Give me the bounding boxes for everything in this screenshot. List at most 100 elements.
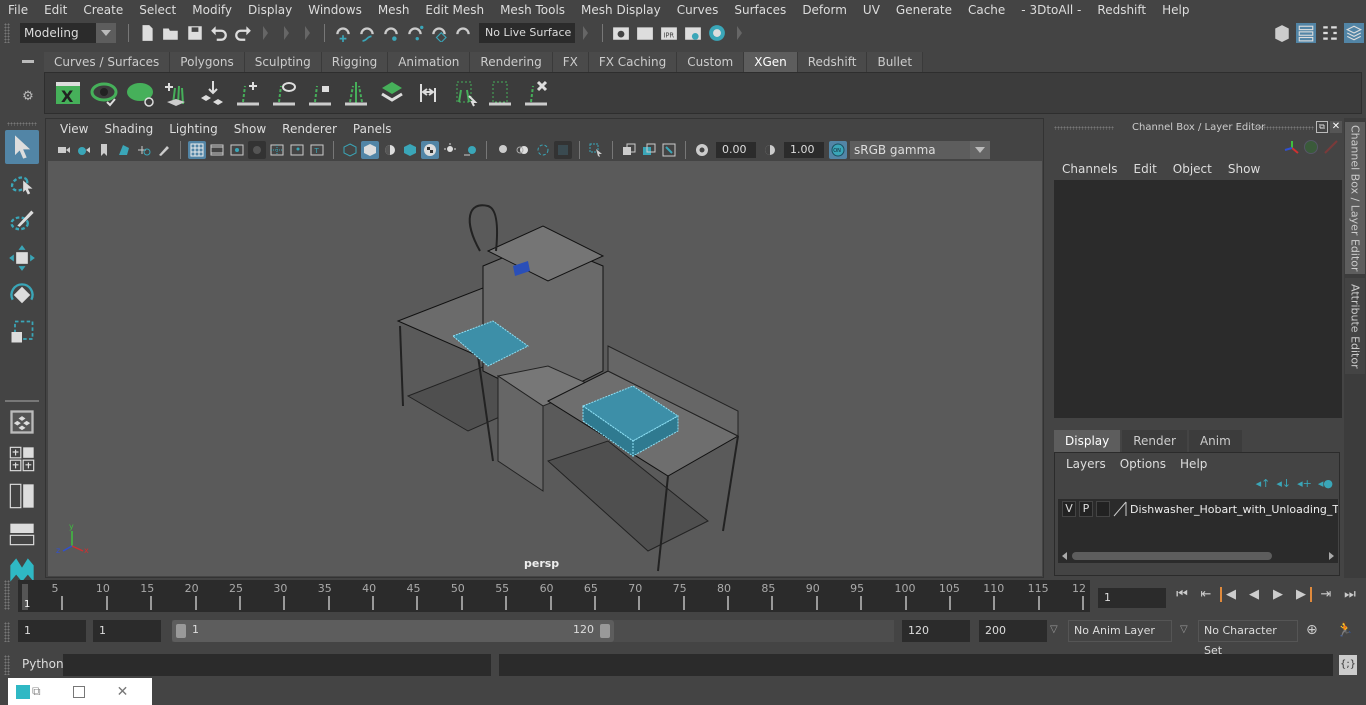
xray-active-components-icon[interactable]: [640, 141, 658, 159]
layer-menu-options[interactable]: Options: [1113, 457, 1173, 471]
menu-file[interactable]: File: [0, 0, 36, 20]
shelf-tab-rendering[interactable]: Rendering: [470, 52, 553, 72]
channel-box-menu-channels[interactable]: Channels: [1054, 162, 1126, 176]
menu-mesh-display[interactable]: Mesh Display: [573, 0, 669, 20]
menu-select[interactable]: Select: [131, 0, 184, 20]
snap-curve-icon[interactable]: [357, 23, 377, 43]
image-plane-icon[interactable]: [115, 141, 133, 159]
layer-tab-display[interactable]: Display: [1054, 430, 1121, 452]
paint-select-icon[interactable]: [5, 204, 39, 238]
current-frame-field[interactable]: 1: [1098, 588, 1166, 608]
dishwasher-model[interactable]: y x z: [48, 161, 1042, 576]
live-surface-field[interactable]: No Live Surface: [479, 23, 575, 43]
menu-cache[interactable]: Cache: [960, 0, 1013, 20]
film-gate-icon[interactable]: [208, 141, 226, 159]
save-scene-icon[interactable]: [185, 23, 205, 43]
grid-icon[interactable]: [188, 141, 206, 159]
field-chart-icon[interactable]: [268, 141, 286, 159]
viewport-menu-shading[interactable]: Shading: [96, 122, 161, 136]
grip-handle[interactable]: [4, 23, 10, 43]
show-guide-icon[interactable]: [267, 76, 301, 110]
collapse-arrow-icon[interactable]: [583, 26, 588, 40]
step-forward-frame-icon[interactable]: ⇥: [1316, 587, 1336, 602]
grip-handle[interactable]: [1054, 126, 1114, 130]
safe-title-icon[interactable]: T: [308, 141, 326, 159]
horizontal-scrollbar[interactable]: [1062, 551, 1334, 561]
auto-key-icon[interactable]: ⊕: [1306, 622, 1318, 638]
new-scene-icon[interactable]: [137, 23, 157, 43]
snap-grid-icon[interactable]: [333, 23, 353, 43]
collapse-arrow-icon[interactable]: [305, 26, 310, 40]
range-slider-track[interactable]: 1 120: [172, 620, 894, 642]
layer-tab-render[interactable]: Render: [1122, 430, 1187, 452]
grip-handle[interactable]: [4, 655, 10, 675]
viewport-menu-show[interactable]: Show: [226, 122, 274, 136]
collapse-arrow-icon[interactable]: [263, 26, 268, 40]
close-icon[interactable]: ✕: [117, 684, 129, 700]
range-slider-fill[interactable]: 1 120: [172, 620, 614, 642]
menu-mesh-tools[interactable]: Mesh Tools: [492, 0, 573, 20]
gear-icon[interactable]: ⚙: [17, 89, 39, 104]
gamma-field[interactable]: 1.00: [784, 142, 824, 158]
shelf-tab-rigging[interactable]: Rigging: [321, 52, 389, 72]
create-description-icon[interactable]: [159, 76, 193, 110]
manipulator-axis-icon[interactable]: [1284, 140, 1300, 156]
move-layer-down-icon[interactable]: ◂↓: [1276, 477, 1291, 490]
anim-layer-dropdown[interactable]: No Anim Layer: [1068, 620, 1172, 642]
modeling-toolkit-icon[interactable]: [1272, 23, 1292, 43]
channel-list[interactable]: [1054, 180, 1342, 418]
viewport-menu-panels[interactable]: Panels: [345, 122, 400, 136]
menu-mesh[interactable]: Mesh: [370, 0, 418, 20]
range-start-handle[interactable]: [176, 624, 186, 638]
menu-edit-mesh[interactable]: Edit Mesh: [417, 0, 492, 20]
mode-selector[interactable]: Modeling: [20, 23, 116, 43]
channel-box-menu-show[interactable]: Show: [1220, 162, 1268, 176]
shelf-tab-polygons[interactable]: Polygons: [170, 52, 245, 72]
menu-generate[interactable]: Generate: [888, 0, 960, 20]
select-guides-icon[interactable]: [447, 76, 481, 110]
preview-description-icon[interactable]: [87, 76, 121, 110]
shelf-tab-fx[interactable]: FX: [552, 52, 589, 72]
screen-space-ao-icon[interactable]: [494, 141, 512, 159]
move-layer-up-icon[interactable]: ◂↑: [1256, 477, 1271, 490]
wireframe-on-shaded-icon[interactable]: [401, 141, 419, 159]
animation-start-field[interactable]: 1: [18, 620, 86, 642]
shadows-icon[interactable]: [461, 141, 479, 159]
camera-attributes-icon[interactable]: [75, 141, 93, 159]
shelf-tab-xgen[interactable]: XGen: [744, 52, 798, 72]
create-guides-box-icon[interactable]: [483, 76, 517, 110]
ipr-render-icon[interactable]: IPR: [659, 23, 679, 43]
depth-of-field-icon[interactable]: [554, 141, 572, 159]
hypershade-icon[interactable]: [707, 23, 727, 43]
gamma-icon[interactable]: [761, 141, 779, 159]
grip-handle[interactable]: [1254, 126, 1314, 130]
play-backward-icon[interactable]: ◀: [1244, 587, 1264, 602]
scroll-right-icon[interactable]: [1329, 552, 1334, 560]
lock-guide-icon[interactable]: [303, 76, 337, 110]
layer-menu-layers[interactable]: Layers: [1059, 457, 1113, 471]
range-end-handle[interactable]: [600, 624, 610, 638]
viewport-menu-renderer[interactable]: Renderer: [274, 122, 345, 136]
safe-action-icon[interactable]: [288, 141, 306, 159]
go-to-start-icon[interactable]: ⏮: [1172, 587, 1192, 602]
channel-box-menu-object[interactable]: Object: [1165, 162, 1220, 176]
3d-viewport[interactable]: y x z persp: [48, 161, 1042, 576]
xray-icon[interactable]: [620, 141, 638, 159]
outliner-layout-icon[interactable]: [5, 479, 39, 513]
menu-redshift[interactable]: Redshift: [1089, 0, 1154, 20]
make-live-icon[interactable]: [429, 23, 449, 43]
exposure-icon[interactable]: [693, 141, 711, 159]
grip-handle[interactable]: [0, 580, 18, 612]
layer-menu-help[interactable]: Help: [1173, 457, 1214, 471]
channel-box-toggle-icon[interactable]: [1344, 23, 1364, 43]
step-back-frame-icon[interactable]: ⇤: [1196, 587, 1216, 602]
use-all-lights-icon[interactable]: [441, 141, 459, 159]
color-space-dropdown[interactable]: sRGB gamma: [850, 141, 990, 159]
step-back-key-icon[interactable]: ◀: [1220, 587, 1240, 602]
animation-end-field[interactable]: 200: [979, 620, 1047, 642]
single-perspective-layout-icon[interactable]: [5, 405, 39, 439]
snap-point-icon[interactable]: [381, 23, 401, 43]
open-scene-icon[interactable]: [161, 23, 181, 43]
step-forward-key-icon[interactable]: ▶: [1292, 587, 1312, 602]
play-forward-icon[interactable]: ▶: [1268, 587, 1288, 602]
